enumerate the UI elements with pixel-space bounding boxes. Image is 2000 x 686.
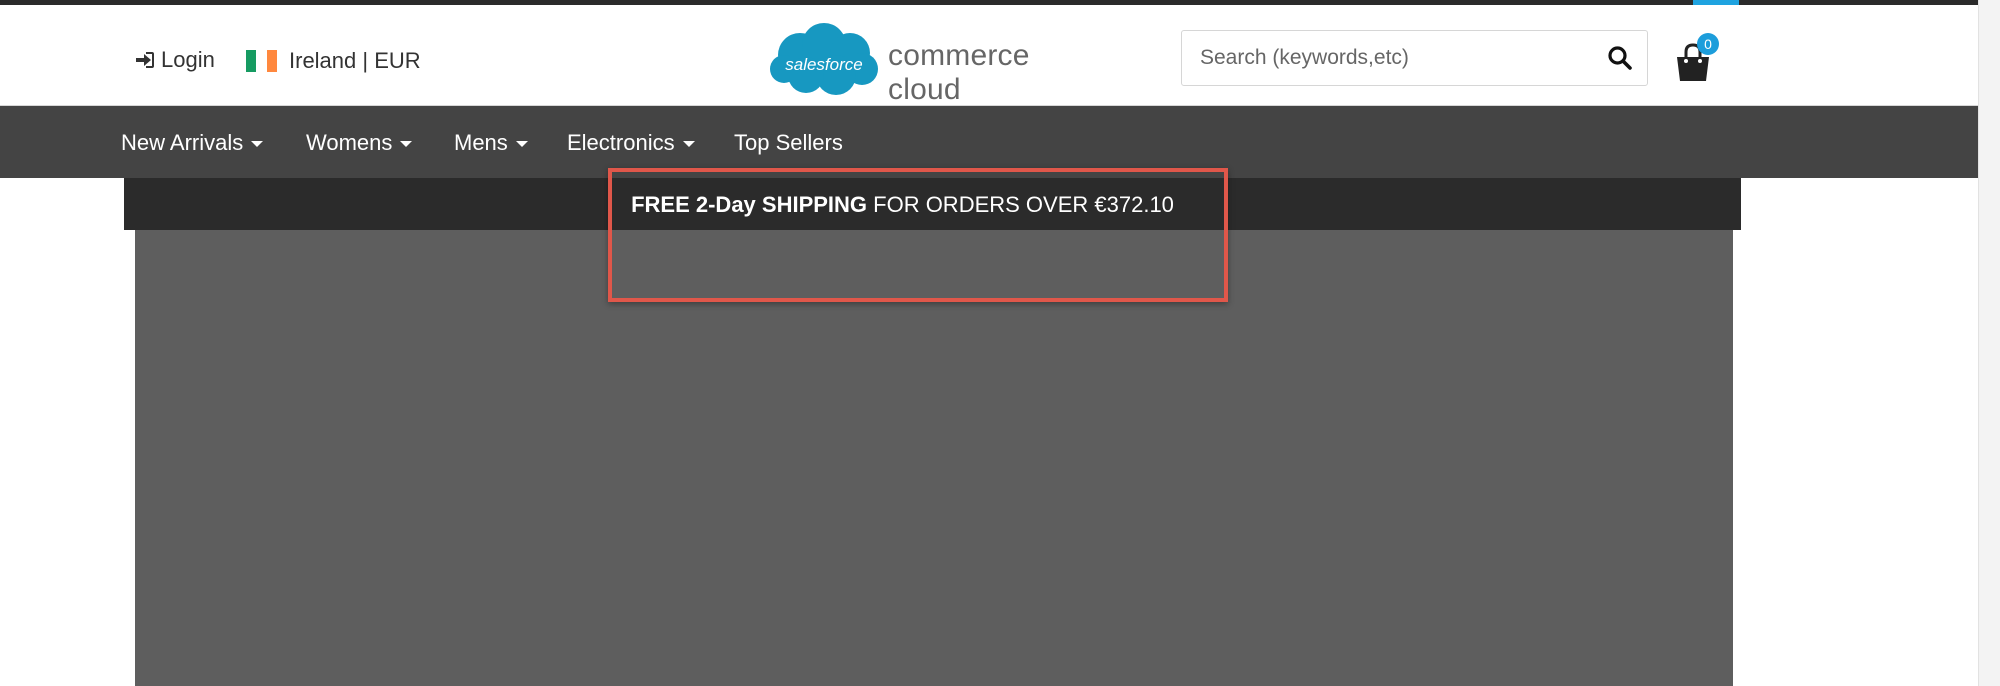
logo-text: commerce cloud <box>888 39 1030 106</box>
caret-down-icon <box>400 141 413 147</box>
salesforce-cloud-logo: salesforce <box>770 23 878 95</box>
site-logo[interactable]: salesforce commerce cloud <box>766 17 1106 106</box>
promo-regular-text: FOR ORDERS OVER €372.10 <box>867 192 1174 217</box>
logo-badge-text: salesforce <box>785 55 862 74</box>
nav-item-electronics[interactable]: Electronics <box>567 130 695 156</box>
search-icon <box>1608 46 1632 70</box>
nav-item-label: New Arrivals <box>121 130 244 155</box>
cart-count-badge: 0 <box>1697 33 1719 55</box>
hero-image-placeholder[interactable] <box>135 230 1733 686</box>
nav-item-label: Top Sellers <box>734 130 843 155</box>
promo-banner: FREE 2-Day SHIPPING FOR ORDERS OVER €372… <box>124 178 1741 230</box>
site-header: Login Ireland | EUR salesforce commerce … <box>0 5 1978 106</box>
nav-item-label: Electronics <box>567 130 675 155</box>
locale-selector[interactable]: Ireland | EUR <box>246 48 421 74</box>
caret-down-icon <box>251 141 264 147</box>
sign-in-icon <box>136 52 154 68</box>
cart-button[interactable]: 0 <box>1673 33 1719 83</box>
nav-item-mens[interactable]: Mens <box>454 130 528 156</box>
scrollbar[interactable] <box>1978 0 2000 686</box>
promo-bold-text: FREE 2-Day SHIPPING <box>631 192 868 217</box>
nav-item-top-sellers[interactable]: Top Sellers <box>734 130 843 156</box>
login-link[interactable]: Login <box>135 47 215 73</box>
caret-down-icon <box>682 141 695 147</box>
nav-item-womens[interactable]: Womens <box>306 130 413 156</box>
promo-text: FREE 2-Day SHIPPING FOR ORDERS OVER €372… <box>124 192 1741 218</box>
caret-down-icon <box>515 141 528 147</box>
search-input[interactable] <box>1182 31 1582 85</box>
ireland-flag-icon <box>246 50 277 72</box>
locale-label: Ireland | EUR <box>289 48 421 73</box>
nav-item-new-arrivals[interactable]: New Arrivals <box>121 130 264 156</box>
nav-item-label: Mens <box>454 130 508 155</box>
nav-item-label: Womens <box>306 130 393 155</box>
search-button[interactable] <box>1607 45 1633 71</box>
main-nav: New Arrivals Womens Mens Electronics Top… <box>0 106 1978 178</box>
page: Login Ireland | EUR salesforce commerce … <box>0 0 2000 686</box>
login-label: Login <box>161 47 215 72</box>
search-box <box>1181 30 1648 86</box>
